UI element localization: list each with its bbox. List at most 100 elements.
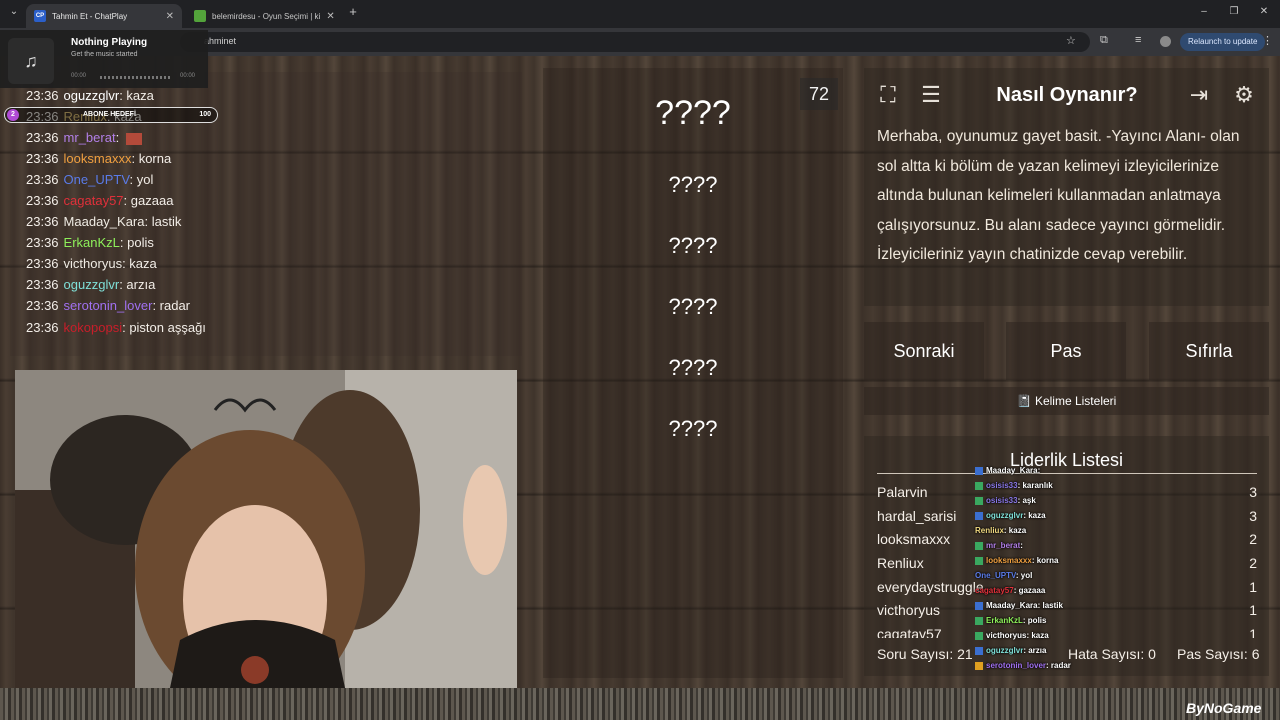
music-note-icon: ♫ bbox=[8, 38, 54, 84]
player-name: everydaystruggle bbox=[877, 579, 984, 595]
webcam-feed bbox=[15, 370, 517, 712]
tab-belemirdesu[interactable]: belemirdesu - Oyun Seçimi | ki ✕ bbox=[186, 4, 342, 28]
overlay-chat-message: osisis33: karanlık bbox=[975, 481, 1053, 495]
overlay-chat-message: cagatay57: gazaaa bbox=[975, 586, 1045, 600]
chat-username[interactable]: oguzzglvr bbox=[64, 88, 120, 103]
chat-username[interactable]: mr_berat bbox=[64, 130, 116, 145]
chat-time: 23:36 bbox=[26, 320, 59, 335]
tab-title: Tahmin Et - ChatPlay bbox=[52, 11, 128, 21]
reset-button[interactable]: Sıfırla bbox=[1149, 322, 1269, 380]
chat-message: 23:36 One_UPTV: yol bbox=[26, 172, 153, 190]
chat-message: 23:36 oguzzglvr: kaza bbox=[26, 88, 154, 106]
overlay-username: mr_berat bbox=[986, 541, 1021, 550]
chat-time: 23:36 bbox=[26, 172, 59, 187]
relaunch-button[interactable]: Relaunch to update bbox=[1180, 33, 1266, 51]
player-score: 1 bbox=[1249, 579, 1257, 595]
tab-tahmin-et[interactable]: CP Tahmin Et - ChatPlay ✕ bbox=[26, 4, 182, 28]
overlay-username: osisis33 bbox=[986, 496, 1018, 505]
music-progress bbox=[100, 76, 172, 79]
chat-text: : kaza bbox=[119, 88, 154, 103]
sub-goal-badge: 2 bbox=[7, 109, 19, 121]
overlay-text: : bbox=[1037, 466, 1041, 475]
sub-goal-count: 100 bbox=[199, 111, 211, 118]
chat-time: 23:36 bbox=[26, 130, 59, 145]
player-score: 3 bbox=[1249, 508, 1257, 524]
overlay-username: osisis33 bbox=[986, 481, 1018, 490]
emote-icon bbox=[125, 132, 142, 145]
user-badge-icon bbox=[975, 661, 983, 670]
chat-username[interactable]: serotonin_lover bbox=[64, 298, 153, 313]
chat-username[interactable]: kokopopsi bbox=[64, 320, 123, 335]
overlay-chat-message: looksmaxxx: korna bbox=[975, 556, 1058, 570]
word-lists-button[interactable]: 📓 Kelime Listeleri bbox=[864, 387, 1269, 415]
tab-search-icon[interactable]: ⌄ bbox=[4, 6, 24, 17]
chat-username[interactable]: cagatay57 bbox=[64, 193, 124, 208]
countdown-timer: 72 bbox=[800, 78, 838, 110]
hidden-words-panel: ???? ???? ???? ???? ???? ???? bbox=[543, 68, 843, 678]
overlay-text: : kaza bbox=[1023, 511, 1046, 520]
word-lists-label: Kelime Listeleri bbox=[1034, 394, 1117, 408]
player-name: Renliux bbox=[877, 555, 924, 571]
chat-text: : yol bbox=[129, 172, 154, 187]
fullscreen-icon[interactable]: ⛶ bbox=[873, 80, 903, 110]
close-icon[interactable]: ✕ bbox=[166, 11, 174, 22]
chat-time: 23:36 bbox=[26, 151, 59, 166]
avatar[interactable] bbox=[1160, 36, 1171, 47]
kick-favicon-icon bbox=[194, 10, 206, 22]
streamer-image bbox=[15, 370, 517, 712]
overlay-chat-message: Renliux: kaza bbox=[975, 526, 1026, 540]
pass-button[interactable]: Pas bbox=[1006, 322, 1126, 380]
chat-username[interactable]: One_UPTV bbox=[64, 172, 130, 187]
user-badge-icon bbox=[975, 601, 983, 610]
next-button[interactable]: Sonraki bbox=[864, 322, 984, 380]
chat-username[interactable]: ErkanKzL bbox=[64, 235, 120, 250]
player-score: 2 bbox=[1249, 555, 1257, 571]
overlay-username: looksmaxxx bbox=[986, 556, 1032, 565]
overlay-chat-message: Maaday_Kara: bbox=[975, 466, 1040, 480]
chat-username[interactable]: victhoryus bbox=[64, 256, 123, 271]
forbidden-word: ???? bbox=[668, 416, 718, 441]
tab-bar: ⌄ CP Tahmin Et - ChatPlay ✕ belemirdesu … bbox=[0, 0, 1280, 28]
close-icon[interactable]: ✕ bbox=[326, 11, 334, 22]
new-tab-icon[interactable]: + bbox=[343, 4, 363, 19]
overlay-chat-message: oguzzglvr: arzıa bbox=[975, 646, 1046, 660]
user-badge-icon bbox=[975, 646, 983, 655]
overlay-text: : bbox=[1020, 541, 1023, 550]
chat-message: 23:36 looksmaxxx: korna bbox=[26, 151, 171, 169]
close-window-icon[interactable]: ✕ bbox=[1254, 6, 1274, 17]
chat-message: 23:36 kokopopsi: piston aşşağı bbox=[26, 320, 206, 338]
chat-time: 23:36 bbox=[26, 235, 59, 250]
menu-kebab-icon[interactable]: ⋮ bbox=[1262, 34, 1273, 47]
chat-time: 23:36 bbox=[26, 88, 59, 103]
chat-time: 23:36 bbox=[26, 277, 59, 292]
overlay-text: : korna bbox=[1031, 556, 1059, 565]
overlay-text: : gazaaa bbox=[1013, 586, 1046, 595]
overlay-chat-message: ErkanKzL: polis bbox=[975, 616, 1046, 630]
media-control-icon[interactable]: ≡ bbox=[1135, 34, 1141, 46]
bookmark-star-icon[interactable]: ☆ bbox=[1066, 34, 1076, 47]
chat-text: : arzıa bbox=[119, 277, 156, 292]
restore-icon[interactable]: ❐ bbox=[1224, 6, 1244, 17]
chat-text: : lastik bbox=[144, 214, 182, 229]
music-subtitle: Get the music started bbox=[71, 51, 138, 58]
url-field[interactable]: ahminet bbox=[180, 32, 1090, 52]
user-badge-icon bbox=[975, 466, 983, 475]
chat-username[interactable]: looksmaxxx bbox=[64, 151, 132, 166]
forbidden-word: ???? bbox=[668, 294, 718, 319]
extensions-icon[interactable]: ⧉ bbox=[1100, 34, 1108, 47]
overlay-chat-message: One_UPTV: yol bbox=[975, 571, 1032, 585]
chat-message: 23:36 ErkanKzL: polis bbox=[26, 235, 154, 253]
overlay-username: oguzzglvr bbox=[986, 646, 1024, 655]
chat-time: 23:36 bbox=[26, 298, 59, 313]
user-badge-icon bbox=[975, 496, 983, 505]
overlay-chat-message: serotonin_lover: radar bbox=[975, 661, 1071, 675]
chat-username[interactable]: Maaday_Kara bbox=[64, 214, 145, 229]
chat-text: : korna bbox=[131, 151, 172, 166]
chat-username[interactable]: oguzzglvr bbox=[64, 277, 120, 292]
player-name: hardal_sarisi bbox=[877, 508, 957, 524]
overlay-text: : polis bbox=[1022, 616, 1047, 625]
chat-time: 23:36 bbox=[26, 214, 59, 229]
minimize-icon[interactable]: – bbox=[1194, 6, 1214, 17]
overlay-username: victhoryus bbox=[986, 631, 1027, 640]
overlay-username: Maaday_Kara bbox=[986, 466, 1038, 475]
